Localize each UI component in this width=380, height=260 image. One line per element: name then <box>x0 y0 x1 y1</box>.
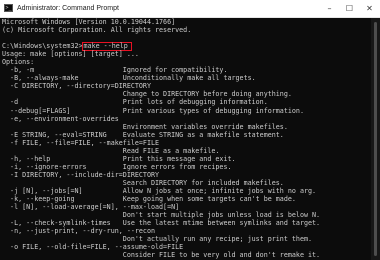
console-line: (c) Microsoft Corporation. All rights re… <box>2 26 192 35</box>
console-line: Don't start multiple jobs unless load is… <box>2 211 321 220</box>
console-line: Microsoft Windows [Version 10.0.19044.17… <box>2 18 176 26</box>
vertical-scrollbar[interactable] <box>371 18 380 260</box>
command-prompt-window: >_ Administrator: Command Prompt – ☐ ✕ M… <box>0 0 380 260</box>
console-line: Consider FILE to be very old and don't r… <box>2 251 321 260</box>
console-line: -I DIRECTORY, --include-dir=DIRECTORY <box>2 170 160 179</box>
console-line: -o FILE, --old-file=FILE, --assume-old=F… <box>2 243 184 252</box>
console-line: -L, --check-symlink-times Use the latest… <box>2 219 321 228</box>
console-line: -f FILE, --file=FILE, --makefile=FILE <box>2 138 160 147</box>
console-line: -E STRING, --eval=STRING Evaluate STRING… <box>2 130 284 139</box>
console-line: -d Print lots of debugging information. <box>2 98 268 107</box>
command-prompt-icon: >_ <box>4 4 13 12</box>
console-line: -C DIRECTORY, --directory=DIRECTORY <box>2 82 151 91</box>
console-line: -B, --always-make Unconditionally make a… <box>2 74 256 83</box>
console-line: -j [N], --jobs[=N] Allow N jobs at once;… <box>2 186 317 195</box>
console-line: -h, --help Print this message and exit. <box>2 154 236 163</box>
prompt-path: C:\Windows\system32> <box>2 42 83 51</box>
close-button[interactable]: ✕ <box>360 0 379 17</box>
console-line: Don't actually run any recipe; just prin… <box>2 235 313 244</box>
scrollbar-thumb[interactable] <box>374 22 377 256</box>
console-line: Search DIRECTORY for included makefiles. <box>2 178 284 187</box>
maximize-button[interactable]: ☐ <box>340 0 359 17</box>
title-bar[interactable]: >_ Administrator: Command Prompt – ☐ ✕ <box>0 0 380 18</box>
console-line: -e, --environment-overrides <box>2 114 119 123</box>
console-line: Options: <box>2 58 35 67</box>
window-title: Administrator: Command Prompt <box>17 5 119 12</box>
console-line: -i, --ignore-errors Ignore errors from r… <box>2 162 232 171</box>
console-line: Read FILE as a makefile. <box>2 146 220 155</box>
console-output[interactable]: Microsoft Windows [Version 10.0.19044.17… <box>2 18 370 260</box>
console-line: -k, --keep-going Keep going when some ta… <box>2 195 296 204</box>
minimize-button[interactable]: – <box>320 0 339 17</box>
console-line: Change to DIRECTORY before doing anythin… <box>2 90 292 99</box>
prompt-line: C:\Windows\system32>make --help <box>2 42 370 52</box>
console-line: -b, -m Ignored for compatibility. <box>2 66 228 75</box>
console-line: Usage: make [options] [target] ... <box>2 50 139 59</box>
console-line: -l [N], --load-average[=N], --max-load[=… <box>2 203 180 212</box>
console-line: --debug[=FLAGS] Print various types of d… <box>2 106 304 115</box>
console-line: -n, --just-print, --dry-run, --recon <box>2 227 155 236</box>
console-line: Environment variables override makefiles… <box>2 122 288 131</box>
